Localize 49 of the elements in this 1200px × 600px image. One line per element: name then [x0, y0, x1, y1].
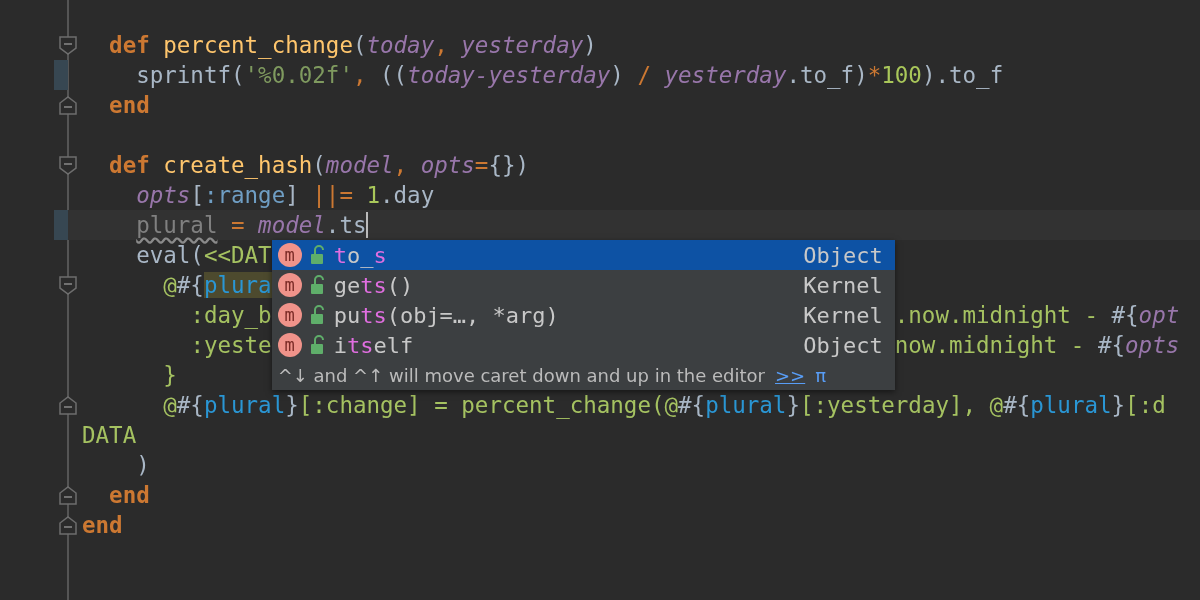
- pi-symbol[interactable]: π: [815, 364, 827, 386]
- unlock-icon: [309, 245, 326, 265]
- completion-name: gets(): [333, 272, 415, 298]
- code-line: ): [135, 451, 150, 480]
- code-line: def percent_change(today, yesterday): [108, 31, 597, 60]
- code-line: now.midnight - #{opts: [894, 331, 1180, 360]
- text-caret: [366, 212, 369, 238]
- code-line: DATA: [82, 421, 137, 450]
- fold-icon[interactable]: [59, 516, 77, 535]
- code-line: end: [82, 511, 123, 540]
- fold-icon[interactable]: [59, 36, 77, 55]
- completion-name: itself: [333, 332, 415, 358]
- code-line: :day_b: [189, 301, 272, 330]
- code-line: opts[:range] ||= 1.day: [135, 181, 435, 210]
- completion-item[interactable]: m puts(obj=…, *arg) Kernel: [271, 300, 895, 330]
- fold-icon[interactable]: [59, 156, 77, 175]
- code-line: sprintf('%0.02f', ((today-yesterday) / yesterday.to_f)*100).to_f: [135, 61, 1004, 90]
- method-badge: m: [277, 273, 302, 297]
- code-line: @#{plura: [162, 271, 272, 300]
- completion-name: to_s: [333, 242, 388, 268]
- more-link[interactable]: >>: [775, 364, 806, 386]
- completion-item[interactable]: m itself Object: [271, 330, 895, 360]
- code-line: :yeste: [189, 331, 272, 360]
- unlock-icon: [309, 305, 326, 325]
- method-badge: m: [277, 333, 302, 357]
- code-line: end: [108, 91, 150, 120]
- completion-type: Kernel: [803, 272, 883, 298]
- unlock-icon: [309, 335, 326, 355]
- method-badge: m: [277, 303, 302, 327]
- code-line: end: [108, 481, 150, 510]
- completion-item[interactable]: m to_s Object: [271, 240, 895, 270]
- code-line: eval(<<DAT: [135, 241, 272, 270]
- completion-item[interactable]: m gets() Kernel: [271, 270, 895, 300]
- code-line: plural = model.ts: [135, 211, 367, 240]
- fold-icon[interactable]: [59, 396, 77, 415]
- completion-type: Kernel: [803, 302, 883, 328]
- code-line: }: [162, 361, 177, 390]
- completion-name: puts(obj=…, *arg): [333, 302, 560, 328]
- completion-type: Object: [803, 242, 883, 268]
- method-badge: m: [277, 243, 302, 267]
- code-line: def create_hash(model, opts={}): [108, 151, 530, 180]
- fold-icon[interactable]: [59, 276, 77, 295]
- code-line: @#{plural}[:change] = percent_change(@#{plural}[:yesterday], @#{plural}[:d: [162, 391, 1166, 420]
- code-line: .now.midnight - #{opt: [894, 301, 1180, 330]
- fold-icon[interactable]: [59, 96, 77, 115]
- completion-type: Object: [803, 332, 883, 358]
- hint-text: ^↓ and ^↑ will move caret down and up in the editor: [277, 364, 766, 386]
- unlock-icon: [309, 275, 326, 295]
- fold-icon[interactable]: [59, 486, 77, 505]
